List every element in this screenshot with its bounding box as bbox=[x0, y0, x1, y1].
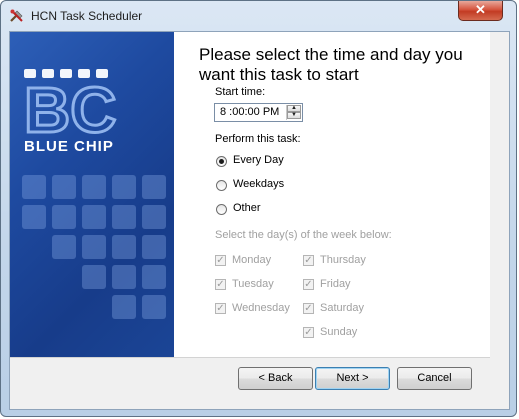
perform-task-label: Perform this task: bbox=[215, 133, 301, 145]
radio-other[interactable] bbox=[216, 204, 227, 215]
decorative-tile-grid bbox=[22, 175, 172, 357]
spin-up-icon[interactable]: ▲ bbox=[287, 105, 301, 112]
checkbox-thursday[interactable]: ✓ bbox=[303, 255, 314, 266]
start-time-picker[interactable]: 8 :00:00 PM ▲ ▼ bbox=[214, 103, 303, 122]
checkbox-wednesday[interactable]: ✓ bbox=[215, 303, 226, 314]
select-days-label: Select the day(s) of the week below: bbox=[215, 229, 392, 241]
checkbox-tuesday[interactable]: ✓ bbox=[215, 279, 226, 290]
radio-weekdays[interactable] bbox=[216, 180, 227, 191]
checkbox-sunday-label[interactable]: Sunday bbox=[320, 326, 357, 338]
back-button[interactable]: < Back bbox=[238, 367, 313, 390]
cancel-button[interactable]: Cancel bbox=[397, 367, 472, 390]
window-title: HCN Task Scheduler bbox=[31, 9, 143, 23]
checkbox-friday[interactable]: ✓ bbox=[303, 279, 314, 290]
start-time-value[interactable]: 8 :00:00 PM bbox=[220, 106, 279, 118]
next-button[interactable]: Next > bbox=[315, 367, 390, 390]
checkbox-saturday-label[interactable]: Saturday bbox=[320, 302, 364, 314]
checkbox-thursday-label[interactable]: Thursday bbox=[320, 254, 366, 266]
radio-weekdays-label[interactable]: Weekdays bbox=[233, 178, 284, 190]
brand-banner: BC BLUE CHIP bbox=[10, 32, 174, 357]
wizard-content-panel: Please select the time and day you want … bbox=[174, 32, 490, 357]
close-button[interactable]: ✕ bbox=[458, 1, 503, 21]
wizard-client-area: BC BLUE CHIP Please select the time and … bbox=[9, 31, 510, 410]
start-time-label: Start time: bbox=[215, 86, 266, 98]
checkbox-monday[interactable]: ✓ bbox=[215, 255, 226, 266]
spin-down-icon[interactable]: ▼ bbox=[287, 112, 301, 119]
checkbox-saturday[interactable]: ✓ bbox=[303, 303, 314, 314]
checkbox-sunday[interactable]: ✓ bbox=[303, 327, 314, 338]
svg-text:BC: BC bbox=[24, 80, 116, 138]
blue-chip-logo: BC bbox=[23, 80, 118, 138]
close-icon: ✕ bbox=[475, 2, 486, 17]
brand-name: BLUE CHIP bbox=[24, 138, 114, 155]
radio-other-label[interactable]: Other bbox=[233, 202, 261, 214]
checkbox-wednesday-label[interactable]: Wednesday bbox=[232, 302, 290, 314]
checkbox-tuesday-label[interactable]: Tuesday bbox=[232, 278, 274, 290]
page-title: Please select the time and day you want … bbox=[199, 45, 463, 84]
logo-dots bbox=[24, 69, 108, 78]
button-strip-divider bbox=[10, 357, 490, 358]
radio-every-day-label[interactable]: Every Day bbox=[233, 154, 284, 166]
time-spinner[interactable]: ▲ ▼ bbox=[286, 105, 301, 120]
checkbox-friday-label[interactable]: Friday bbox=[320, 278, 351, 290]
window-frame: HCN Task Scheduler ✕ BC BLUE CHIP Please… bbox=[0, 0, 517, 417]
checkbox-monday-label[interactable]: Monday bbox=[232, 254, 271, 266]
radio-every-day[interactable] bbox=[216, 156, 227, 167]
title-bar[interactable]: HCN Task Scheduler ✕ bbox=[1, 1, 516, 31]
tools-icon bbox=[10, 9, 23, 22]
